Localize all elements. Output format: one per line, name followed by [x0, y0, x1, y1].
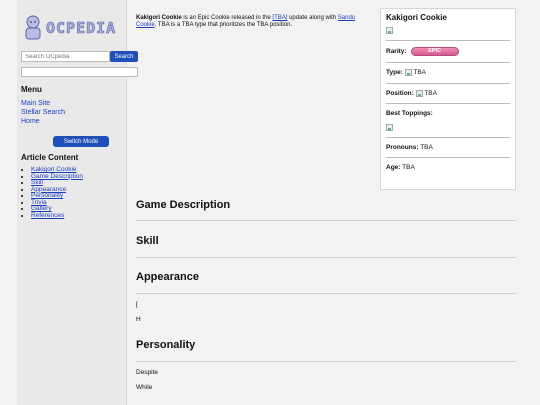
article-content-heading: Article Content: [21, 153, 79, 162]
logo-wordmark: OCPEDIA: [46, 19, 117, 38]
type-value: TBA: [413, 69, 427, 77]
infobox-age-row: Age: TBA: [386, 158, 510, 177]
intro-text: update along with: [287, 15, 338, 21]
heading-appearance: Appearance: [136, 271, 199, 283]
intro-paragraph: Kakigori Cookie is an Epic Cookie releas…: [136, 15, 372, 29]
pronouns-value: TBA: [420, 144, 433, 151]
infobox-rarity-row: Rarity: EPIC: [386, 41, 510, 64]
infobox-pronouns-row: Pronouns: TBA: [386, 138, 510, 158]
age-label: Age:: [386, 164, 401, 171]
broken-image-icon: [415, 89, 423, 97]
infobox-toppings-row: Best Toppings:: [386, 104, 510, 138]
sidebar: OCPEDIA Search Menu Main Site Stellar Se…: [17, 0, 138, 405]
section-divider: [136, 257, 516, 258]
search-input[interactable]: [21, 51, 110, 62]
menu-item-stellar-search[interactable]: Stellar Search: [21, 109, 65, 116]
menu-item-main-site[interactable]: Main Site: [21, 100, 50, 107]
search-button[interactable]: Search: [110, 51, 138, 62]
heading-game-description: Game Description: [136, 199, 231, 211]
mascot-logo-icon: [25, 15, 41, 40]
heading-skill: Skill: [136, 235, 159, 247]
infobox: Kakigori Cookie Rarity: EPIC Type: TBA Po…: [380, 8, 516, 190]
secondary-input[interactable]: [21, 67, 138, 77]
table-of-contents: Kakigori Cookie Game Description Skill A…: [31, 166, 83, 219]
toppings-label: Best Toppings:: [386, 109, 433, 117]
menu-item-home[interactable]: Home: [21, 118, 40, 125]
intro-text: . TBA is a TBA type that prioritizes the…: [154, 22, 293, 28]
infobox-type-row: Type: TBA: [386, 63, 510, 84]
broken-image-icon: [404, 69, 412, 77]
infobox-image-row: [386, 27, 510, 42]
toc-item[interactable]: References: [31, 212, 64, 219]
left-margin: [0, 0, 17, 405]
section-divider: [136, 293, 516, 294]
section-divider: [136, 361, 516, 362]
menu-heading: Menu: [21, 85, 42, 94]
appearance-text: [: [136, 301, 138, 308]
infobox-position-row: Position: TBA: [386, 84, 510, 104]
infobox-title: Kakigori Cookie: [386, 13, 447, 22]
type-label: Type:: [386, 69, 403, 77]
broken-image-icon: [386, 123, 393, 131]
age-value: TBA: [402, 164, 415, 171]
position-label: Position:: [386, 89, 414, 97]
intro-link-tba[interactable]: [TBA]: [272, 15, 287, 21]
switch-mode-button[interactable]: Switch Mode: [53, 136, 109, 147]
broken-image-icon: [386, 27, 393, 34]
position-value: TBA: [424, 89, 437, 97]
rarity-label: Rarity:: [386, 48, 407, 56]
pronouns-label: Pronouns:: [386, 144, 419, 151]
intro-text: is an Epic Cookie released in the: [181, 15, 273, 21]
rarity-badge: EPIC: [410, 47, 459, 57]
personality-text: While: [136, 384, 153, 391]
menu-list: Main Site Stellar Search Home: [21, 99, 65, 126]
appearance-text: H: [136, 316, 141, 323]
personality-text: Despite: [136, 369, 159, 376]
intro-cookie-name: Kakigori Cookie: [136, 15, 182, 21]
site-logo[interactable]: OCPEDIA: [22, 14, 122, 40]
heading-personality: Personality: [136, 339, 196, 351]
section-divider: [136, 220, 516, 221]
